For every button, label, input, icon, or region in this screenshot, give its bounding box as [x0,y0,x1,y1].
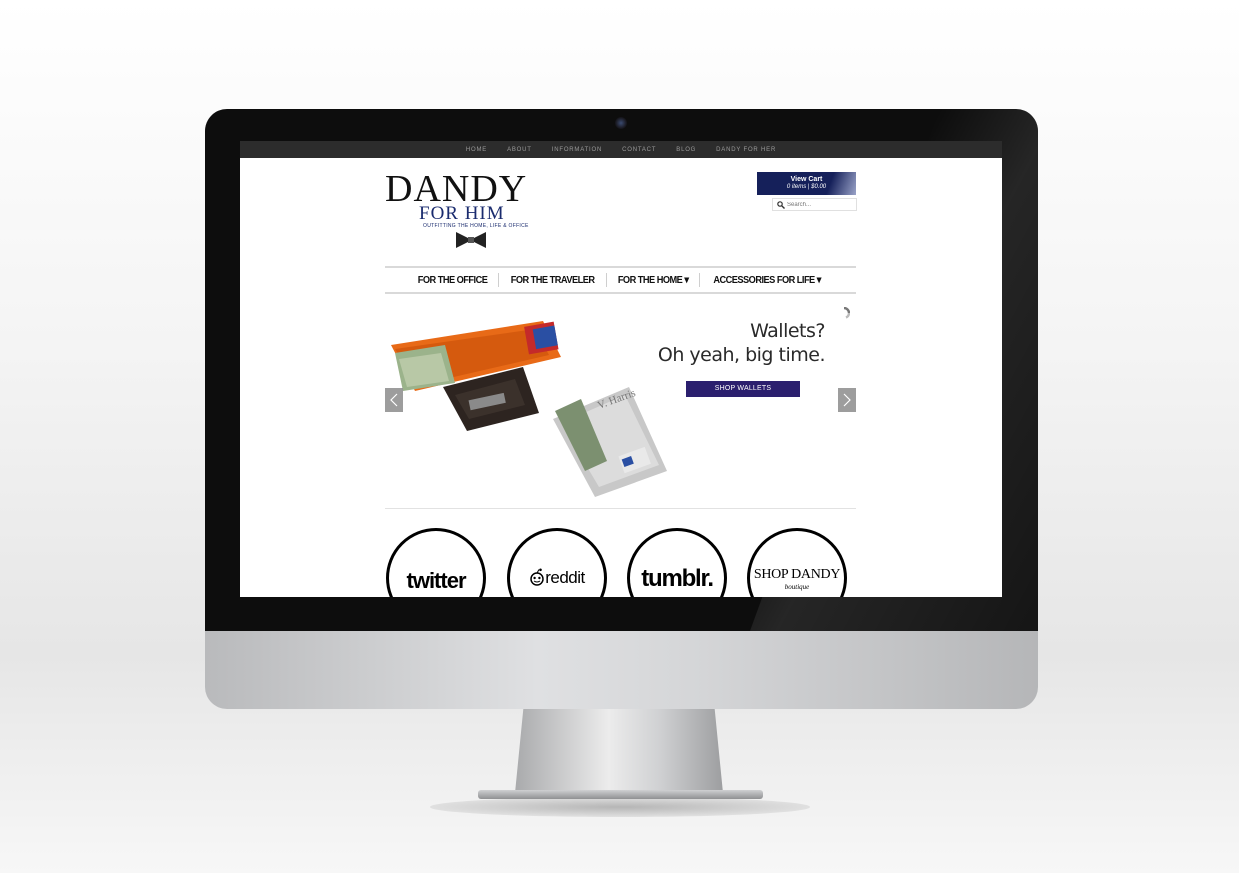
topnav-information[interactable]: INFORMATION [552,147,602,153]
dropdown-icon: ▾ [816,274,822,286]
shop-dandy-link[interactable]: SHOP DANDY boutique [747,528,847,597]
dropdown-icon: ▾ [684,274,689,286]
section-divider [385,508,856,509]
topnav-contact[interactable]: CONTACT [622,147,656,153]
nav-for-the-traveler[interactable]: FOR THE TRAVELER [505,274,599,286]
search-input[interactable] [787,199,852,210]
bowtie-icon [456,232,486,248]
site-header: DANDY FOR HIM OUTFITTING THE HOME, LIFE … [385,158,857,266]
logo-tagline: OUTFITTING THE HOME, LIFE & OFFICE [423,223,529,229]
nav-accessories-label: ACCESSORIES FOR LIFE [713,274,816,286]
shop-dandy-logo: SHOP DANDY boutique [750,567,844,591]
topnav-dandy-for-her[interactable]: DANDY FOR HER [716,147,776,153]
reddit-alien-icon [530,568,544,586]
cart-title: View Cart [790,176,823,183]
reddit-link[interactable]: reddit [507,528,607,597]
nav-for-the-home[interactable]: FOR THE HOME ▾ [612,274,693,286]
cart-summary: 0 items | $0.00 [786,184,827,190]
shop-wallets-button[interactable]: SHOP WALLETS [686,381,800,397]
reddit-logo: reddit [510,568,604,588]
camera-icon [615,117,627,129]
search-box [772,198,857,211]
search-icon [777,201,785,209]
view-cart-button[interactable]: View Cart 0 items | $0.00 [757,172,856,195]
top-nav: HOME ABOUT INFORMATION CONTACT BLOG DAND… [240,141,1002,158]
nav-separator [497,273,499,287]
twitter-label: twitter [406,568,467,593]
slider-next-button[interactable] [838,388,856,412]
topnav-blog[interactable]: BLOG [676,147,696,153]
nav-for-the-office[interactable]: FOR THE OFFICE [412,274,492,286]
shop-dandy-label: SHOP DANDY [753,567,841,582]
nav-separator [699,273,701,287]
monitor-foot [478,790,763,799]
twitter-link[interactable]: twitter [386,528,486,597]
slide-line-2: Oh yeah, big time. [657,344,826,366]
monitor-shadow [430,797,810,817]
chevron-left-icon [390,393,398,407]
monitor-stand [515,709,723,793]
main-nav: FOR THE OFFICE FOR THE TRAVELER FOR THE … [385,266,856,294]
topnav-about[interactable]: ABOUT [507,147,532,153]
website-screen: HOME ABOUT INFORMATION CONTACT BLOG DAND… [240,141,1002,597]
reddit-label: reddit [545,568,585,587]
tumblr-link[interactable]: tumblr. [627,528,727,597]
nav-accessories-for-life[interactable]: ACCESSORIES FOR LIFE ▾ [708,274,826,286]
tumblr-label: tumblr. [641,565,714,592]
logo-subtitle: FOR HIM [419,203,505,224]
loading-icon [843,307,850,319]
monitor-chin [205,631,1038,709]
slide-line-1: Wallets? [750,320,825,342]
chevron-right-icon [843,393,851,407]
nav-for-the-home-label: FOR THE HOME [617,274,683,286]
topnav-home[interactable]: HOME [466,147,487,153]
hero-slider: V. Harris Wallets? Oh yeah, big time. SH… [385,301,856,501]
nav-separator [605,273,607,287]
slider-prev-button[interactable] [385,388,403,412]
shop-dandy-sub: boutique [784,583,810,591]
slide-headline: Wallets? Oh yeah, big time. [635,319,826,367]
